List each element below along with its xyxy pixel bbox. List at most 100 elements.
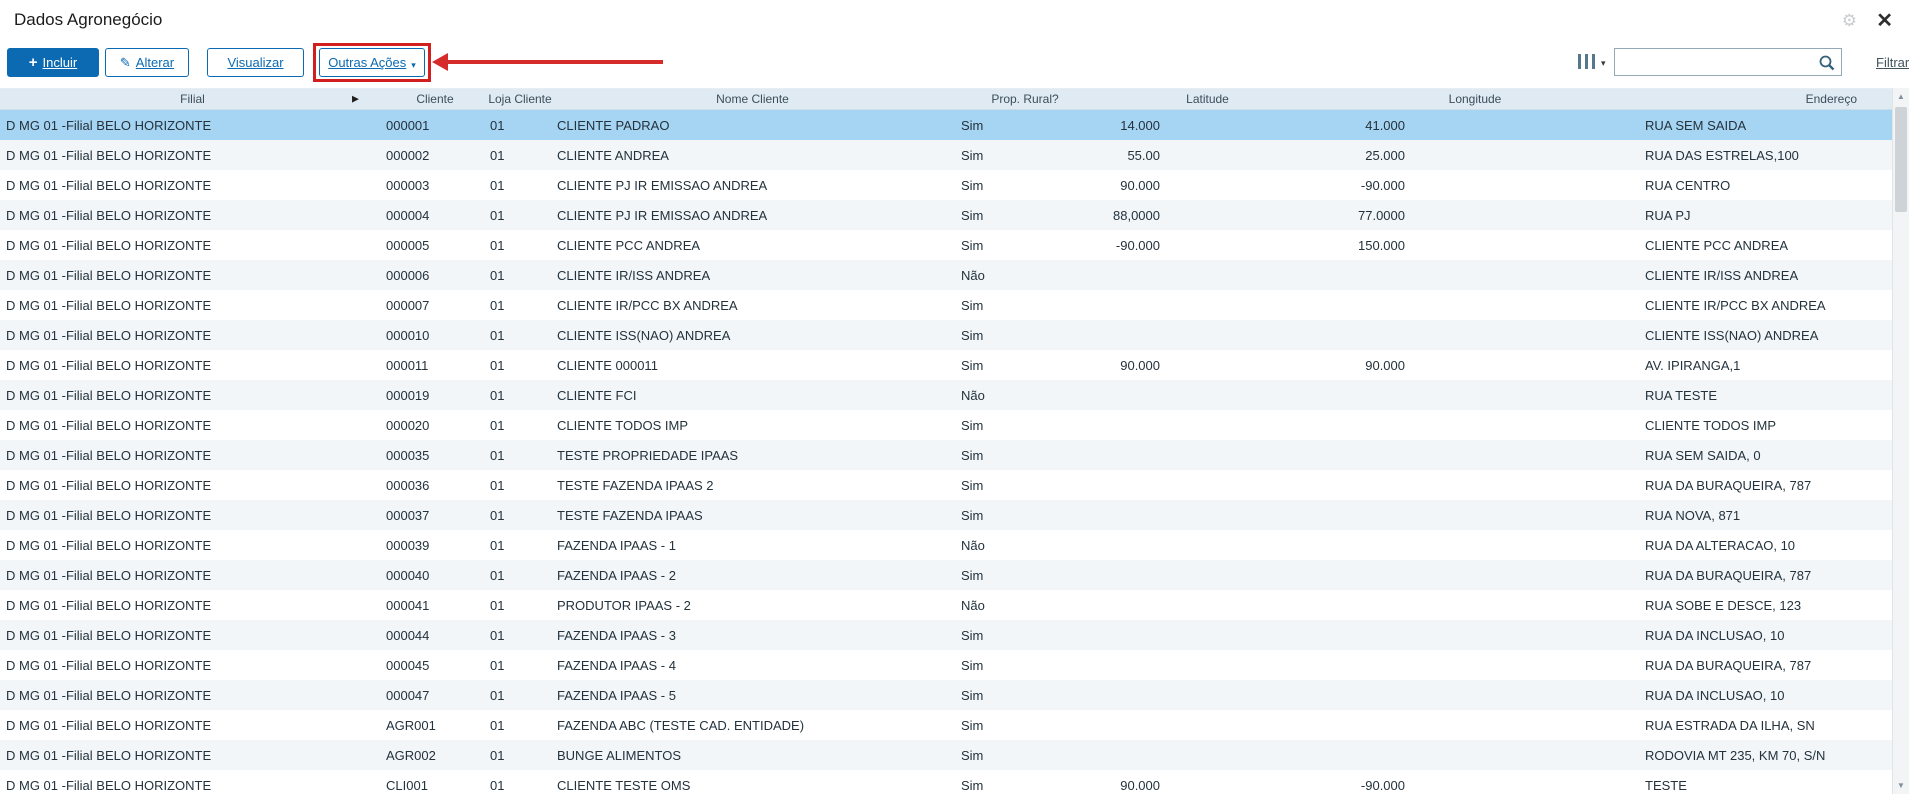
column-manager-button[interactable]: ▾: [1578, 54, 1606, 69]
cell-loja-cliente: 01: [490, 567, 505, 583]
cell-endereco: RUA SEM SAIDA: [1645, 117, 1747, 133]
table-row[interactable]: D MG 01 -Filial BELO HORIZONTE 000011 01…: [0, 350, 1892, 380]
table-row[interactable]: D MG 01 -Filial BELO HORIZONTE 000045 01…: [0, 650, 1892, 680]
cell-nome-cliente: CLIENTE ANDREA: [557, 147, 669, 163]
column-header-loja-cliente[interactable]: Loja Cliente: [485, 92, 555, 106]
search-input[interactable]: [1615, 49, 1841, 75]
filtrar-link[interactable]: Filtrar: [1876, 55, 1909, 70]
scroll-down-button[interactable]: ▼: [1893, 777, 1909, 794]
column-header-longitude[interactable]: Longitude: [1315, 92, 1635, 106]
cell-prop-rural: Sim: [961, 147, 984, 163]
table-row[interactable]: D MG 01 -Filial BELO HORIZONTE 000010 01…: [0, 320, 1892, 350]
table-row[interactable]: D MG 01 -Filial BELO HORIZONTE 000002 01…: [0, 140, 1892, 170]
cell-endereco: RUA DA BURAQUEIRA, 787: [1645, 657, 1812, 673]
column-header-latitude[interactable]: Latitude: [1100, 92, 1315, 106]
table-row[interactable]: D MG 01 -Filial BELO HORIZONTE 000004 01…: [0, 200, 1892, 230]
visualizar-button[interactable]: Visualizar: [207, 48, 304, 77]
cell-endereco: RUA DA BURAQUEIRA, 787: [1645, 567, 1812, 583]
table-row[interactable]: D MG 01 -Filial BELO HORIZONTE 000047 01…: [0, 680, 1892, 710]
table-row[interactable]: D MG 01 -Filial BELO HORIZONTE 000006 01…: [0, 260, 1892, 290]
cell-nome-cliente: FAZENDA IPAAS - 2: [557, 567, 676, 583]
gear-icon[interactable]: ⚙: [1842, 11, 1857, 31]
table-row[interactable]: D MG 01 -Filial BELO HORIZONTE AGR002 01…: [0, 740, 1892, 770]
cell-loja-cliente: 01: [490, 627, 505, 643]
column-header-endereco[interactable]: Endereço: [1635, 92, 1892, 106]
cell-prop-rural: Sim: [961, 357, 984, 373]
cell-cliente: 000003: [386, 177, 430, 193]
cell-loja-cliente: 01: [490, 147, 505, 163]
table-row[interactable]: D MG 01 -Filial BELO HORIZONTE 000036 01…: [0, 470, 1892, 500]
cell-loja-cliente: 01: [490, 177, 505, 193]
cell-endereco: CLIENTE IR/PCC BX ANDREA: [1645, 297, 1826, 313]
table-row[interactable]: D MG 01 -Filial BELO HORIZONTE 000037 01…: [0, 500, 1892, 530]
cell-cliente: 000036: [386, 477, 430, 493]
cell-prop-rural: Sim: [961, 777, 984, 793]
table-row[interactable]: D MG 01 -Filial BELO HORIZONTE 000044 01…: [0, 620, 1892, 650]
cell-endereco: RUA NOVA, 871: [1645, 507, 1741, 523]
close-icon[interactable]: ✕: [1876, 8, 1893, 33]
cell-latitude: 14.000: [1120, 117, 1160, 133]
cell-prop-rural: Sim: [961, 117, 984, 133]
cell-filial: D MG 01 -Filial BELO HORIZONTE: [6, 147, 212, 163]
cell-cliente: 000019: [386, 387, 430, 403]
cell-endereco: RUA CENTRO: [1645, 177, 1731, 193]
cell-cliente: AGR001: [386, 717, 436, 733]
table-row[interactable]: D MG 01 -Filial BELO HORIZONTE CLI001 01…: [0, 770, 1892, 794]
cell-nome-cliente: BUNGE ALIMENTOS: [557, 747, 682, 763]
chevron-down-icon: ▾: [1601, 57, 1606, 68]
cell-prop-rural: Sim: [961, 567, 984, 583]
column-header-filial[interactable]: Filial: [0, 92, 385, 106]
cell-prop-rural: Sim: [961, 297, 984, 313]
cell-prop-rural: Sim: [961, 717, 984, 733]
sort-caret-icon: ▶: [352, 93, 359, 104]
cell-endereco: TESTE: [1645, 777, 1687, 793]
table-row[interactable]: D MG 01 -Filial BELO HORIZONTE 000005 01…: [0, 230, 1892, 260]
cell-cliente: 000039: [386, 537, 430, 553]
cell-prop-rural: Sim: [961, 447, 984, 463]
table-row[interactable]: D MG 01 -Filial BELO HORIZONTE 000035 01…: [0, 440, 1892, 470]
cell-nome-cliente: CLIENTE PCC ANDREA: [557, 237, 701, 253]
cell-loja-cliente: 01: [490, 777, 505, 793]
cell-cliente: 000035: [386, 447, 430, 463]
grid-header: Filial Cliente Loja Cliente Nome Cliente…: [0, 88, 1892, 110]
annotation-arrow-line: [448, 60, 663, 64]
title-bar: Dados Agronegócio ⚙ ✕: [0, 0, 1909, 44]
alterar-button-label: Alterar: [135, 55, 175, 70]
search-icon[interactable]: [1818, 54, 1836, 72]
vertical-scrollbar[interactable]: ▲ ▼: [1892, 88, 1909, 794]
outras-acoes-button-label: Outras Ações: [328, 55, 407, 70]
table-row[interactable]: D MG 01 -Filial BELO HORIZONTE 000007 01…: [0, 290, 1892, 320]
incluir-button[interactable]: + Incluir: [7, 48, 99, 77]
table-row[interactable]: D MG 01 -Filial BELO HORIZONTE 000001 01…: [0, 110, 1892, 140]
table-row[interactable]: D MG 01 -Filial BELO HORIZONTE 000041 01…: [0, 590, 1892, 620]
table-row[interactable]: D MG 01 -Filial BELO HORIZONTE 000040 01…: [0, 560, 1892, 590]
cell-cliente: 000001: [386, 117, 430, 133]
cell-loja-cliente: 01: [490, 537, 505, 553]
cell-filial: D MG 01 -Filial BELO HORIZONTE: [6, 297, 212, 313]
cell-longitude: 25.000: [1365, 147, 1405, 163]
cell-prop-rural: Sim: [961, 477, 984, 493]
table-row[interactable]: D MG 01 -Filial BELO HORIZONTE 000003 01…: [0, 170, 1892, 200]
page-title: Dados Agronegócio: [14, 10, 163, 29]
chevron-down-icon: ▾: [411, 59, 416, 70]
cell-nome-cliente: FAZENDA IPAAS - 1: [557, 537, 676, 553]
cell-loja-cliente: 01: [490, 417, 505, 433]
scrollbar-thumb[interactable]: [1895, 107, 1907, 212]
scroll-up-button[interactable]: ▲: [1893, 88, 1909, 105]
column-header-nome-cliente[interactable]: Nome Cliente: [555, 92, 950, 106]
table-row[interactable]: D MG 01 -Filial BELO HORIZONTE 000019 01…: [0, 380, 1892, 410]
cell-prop-rural: Sim: [961, 627, 984, 643]
table-row[interactable]: D MG 01 -Filial BELO HORIZONTE AGR001 01…: [0, 710, 1892, 740]
table-body: D MG 01 -Filial BELO HORIZONTE 000001 01…: [0, 110, 1892, 794]
cell-endereco: RUA DAS ESTRELAS,100: [1645, 147, 1799, 163]
outras-acoes-button[interactable]: Outras Ações ▾: [319, 48, 425, 77]
cell-nome-cliente: CLIENTE PJ IR EMISSAO ANDREA: [557, 177, 768, 193]
alterar-button[interactable]: ✎ Alterar: [105, 48, 189, 77]
column-header-prop-rural[interactable]: Prop. Rural?: [950, 92, 1100, 106]
table-row[interactable]: D MG 01 -Filial BELO HORIZONTE 000039 01…: [0, 530, 1892, 560]
cell-nome-cliente: FAZENDA IPAAS - 3: [557, 627, 676, 643]
column-header-cliente[interactable]: Cliente: [385, 92, 485, 106]
plus-icon: +: [28, 54, 38, 71]
cell-filial: D MG 01 -Filial BELO HORIZONTE: [6, 267, 212, 283]
table-row[interactable]: D MG 01 -Filial BELO HORIZONTE 000020 01…: [0, 410, 1892, 440]
